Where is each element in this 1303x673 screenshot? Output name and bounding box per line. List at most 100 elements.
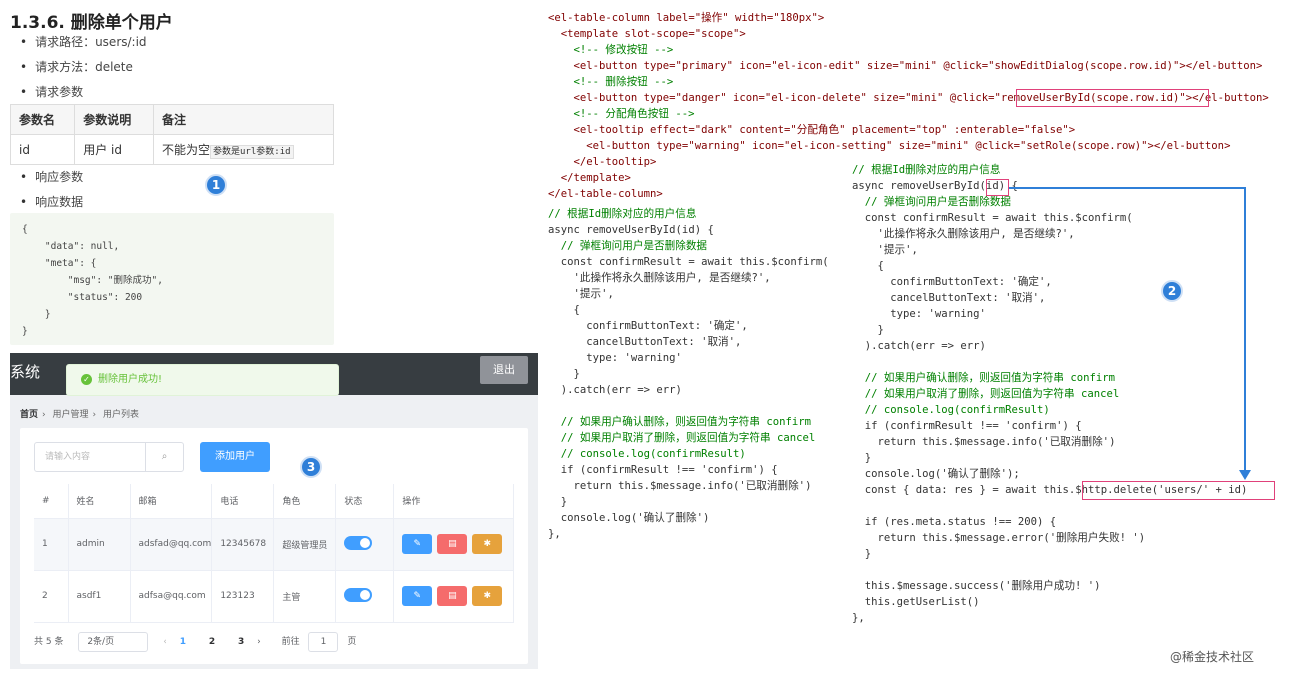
json-line: "status": 200: [22, 292, 143, 303]
json-line: }: [22, 326, 28, 337]
code-line: '此操作将永久删除该用户, 是否继续?',: [852, 228, 1075, 240]
code-line: type: 'warning': [548, 352, 682, 364]
delete-icon[interactable]: ▤: [437, 586, 468, 606]
code-line: cancelButtonText: '取消',: [852, 292, 1046, 304]
code-line: // 如果用户取消了删除，则返回值为字符串 cancel: [548, 432, 816, 444]
code-line: }: [852, 548, 872, 560]
page-unit-label: 页: [347, 637, 357, 647]
code-line: if (confirmResult !== 'confirm') {: [852, 420, 1082, 432]
code-line: this.$message.success('删除用户成功! '): [852, 580, 1101, 592]
search-icon[interactable]: ⌕: [145, 443, 183, 471]
params-cell: id: [9, 134, 76, 165]
column-header: 操作: [393, 484, 514, 519]
goto-input[interactable]: 1: [308, 632, 339, 652]
code-line: if (confirmResult !== 'confirm') {: [548, 464, 778, 476]
column-header: 电话: [211, 484, 275, 519]
column-header: #: [34, 484, 69, 519]
code-line: }: [852, 324, 884, 336]
code-line: {: [548, 304, 580, 316]
cell-index: 1: [34, 518, 69, 571]
code-line: '提示',: [548, 288, 614, 300]
code-line: async removeUserById(id) {: [548, 224, 714, 236]
total-count: 共 5 条: [34, 637, 64, 647]
cell-phone: 12345678: [211, 518, 275, 571]
req-method: 请求方法：delete: [20, 58, 133, 75]
delete-icon[interactable]: ▤: [437, 534, 468, 554]
next-page-icon[interactable]: ›: [257, 637, 261, 647]
json-line: "data": null,: [22, 241, 120, 252]
logout-button[interactable]: 退出: [480, 356, 528, 384]
json-line: }: [22, 309, 51, 320]
code-line: const confirmResult = await this.$confir…: [852, 212, 1133, 224]
code-line: <el-button type="warning" icon="el-icon-…: [548, 140, 1231, 152]
step-badge-2: 2: [1161, 280, 1183, 302]
column-header: 角色: [273, 484, 337, 519]
edit-icon[interactable]: ✎: [402, 534, 433, 554]
code-line: <el-table-column label="操作" width="180px…: [548, 12, 825, 24]
separator-icon: ›: [42, 410, 46, 420]
highlight-delete-request: [1082, 481, 1275, 500]
arrow-line: [1244, 187, 1246, 477]
code-line: return this.$message.error('删除用户失败! '): [852, 532, 1146, 544]
cell-email: adfsa@qq.com: [130, 570, 213, 623]
success-toast: ✓ 删除用户成功!: [66, 364, 339, 396]
state-switch[interactable]: [344, 535, 373, 550]
code-line: <el-button type="primary" icon="el-icon-…: [548, 60, 1263, 72]
page-number[interactable]: 3: [238, 637, 244, 647]
cell-status: [335, 570, 395, 623]
code-line: '此操作将永久删除该用户, 是否继续?',: [548, 272, 771, 284]
code-line: }: [548, 368, 580, 380]
code-line: this.getUserList(): [852, 596, 980, 608]
page-number[interactable]: 1: [180, 637, 186, 647]
code-line: <!-- 修改按钮 -->: [548, 44, 674, 56]
code-line: return this.$message.info('已取消删除'): [548, 480, 812, 492]
page-size-select[interactable]: 2条/页: [78, 632, 149, 652]
add-user-button[interactable]: 添加用户: [200, 442, 270, 472]
code-line: // 如果用户取消了删除，则返回值为字符串 cancel: [852, 388, 1120, 400]
code-line: const confirmResult = await this.$confir…: [548, 256, 829, 268]
params-cell: 用户 id: [74, 134, 154, 165]
page-number[interactable]: 2: [209, 637, 215, 647]
edit-icon[interactable]: ✎: [402, 586, 433, 606]
pagination: 共 5 条 2条/页 ‹ 1 2 3 › 前往 1 页: [34, 632, 356, 652]
users-table: # 姓名 邮箱 电话 角色 状态 操作 1 admin adsfad@qq.co…: [34, 484, 514, 623]
params-header: 备注: [153, 104, 334, 135]
step-badge-3: 3: [300, 456, 322, 478]
column-header: 姓名: [68, 484, 131, 519]
code-line: </el-table-column>: [548, 188, 663, 200]
code-line: cancelButtonText: '取消',: [548, 336, 742, 348]
params-header: 参数说明: [74, 104, 154, 135]
user-management-app: 系统 退出 ✓ 删除用户成功! 首页 › 用户管理 › 用户列表 请输入内容 ⌕ 添加用…: [10, 353, 538, 669]
search-placeholder: 请输入内容: [45, 452, 91, 462]
cell-name: admin: [68, 518, 131, 571]
code-line: {: [852, 260, 884, 272]
cell-role: 主管: [273, 570, 337, 623]
code-line: confirmButtonText: '确定',: [852, 276, 1052, 288]
prev-page-icon[interactable]: ‹: [163, 637, 167, 647]
breadcrumb-home[interactable]: 首页: [20, 410, 38, 420]
req-params: 请求参数: [20, 83, 83, 100]
cell-role: 超级管理员: [273, 518, 337, 571]
column-header: 状态: [335, 484, 395, 519]
cell-phone: 123123: [211, 570, 275, 623]
params-note: 不能为空: [162, 143, 211, 157]
json-line: {: [22, 224, 28, 235]
resp-data: 响应数据: [20, 193, 83, 210]
arrow-line: [1009, 187, 1245, 189]
breadcrumb-item: 用户管理: [52, 410, 89, 420]
separator-icon: ›: [92, 410, 97, 420]
setting-icon[interactable]: ✱: [472, 586, 503, 606]
code-line: },: [852, 612, 865, 624]
code-line: // 根据Id删除对应的用户信息: [548, 208, 697, 220]
highlight-remove-call: [1016, 89, 1209, 107]
state-switch[interactable]: [344, 587, 373, 602]
search-input[interactable]: 请输入内容 ⌕: [34, 442, 184, 472]
setting-icon[interactable]: ✱: [472, 534, 503, 554]
watermark: @稀金技术社区: [1170, 650, 1255, 664]
code-line: <template slot-scope="scope">: [548, 28, 746, 40]
code-line: // 弹框询问用户是否删除数据: [852, 196, 1012, 208]
code-line: return this.$message.info('已取消删除'): [852, 436, 1116, 448]
highlight-id-param: [986, 179, 1009, 196]
table-row: 2 asdf1 adfsa@qq.com 123123 主管 ✎ ▤ ✱: [34, 570, 514, 623]
params-header: 参数名: [9, 104, 76, 135]
